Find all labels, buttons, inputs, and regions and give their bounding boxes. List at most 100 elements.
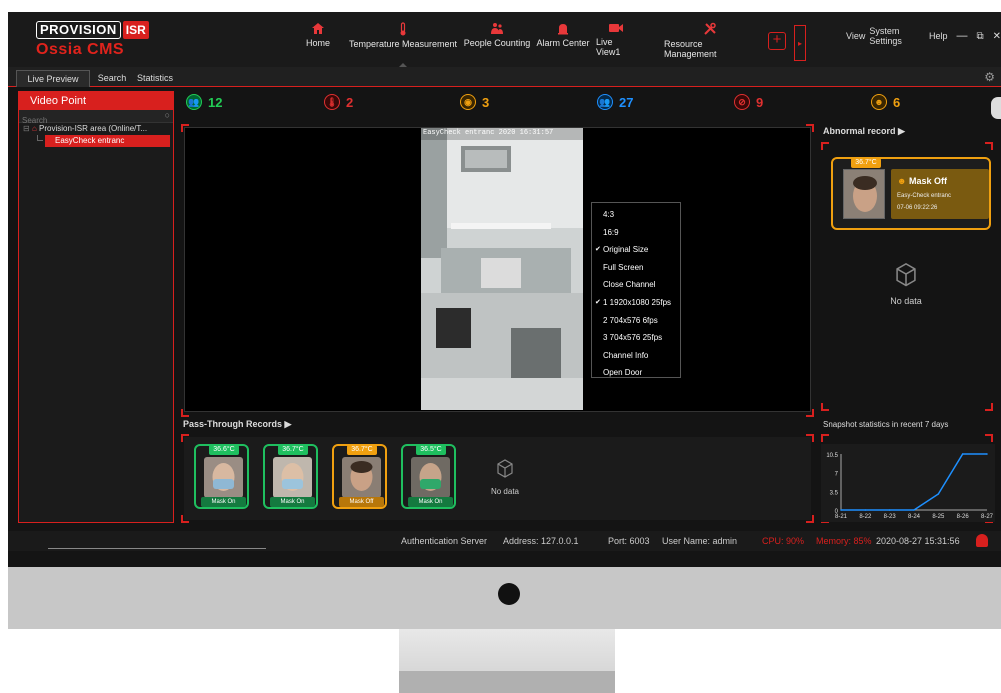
tab-search[interactable]: Search [92,70,132,87]
search-input[interactable] [19,114,173,127]
x-tick-label: 8-26 [957,514,970,520]
camera-icon [609,24,623,32]
tree-node-camera[interactable]: EasyCheck entranc [45,135,170,147]
face-thumbnail [342,457,381,498]
ctx-aspect-16-9[interactable]: 16:9 [592,224,680,242]
record-mask-status: Mask On [408,497,453,507]
ctx-stream-2[interactable]: 2 704x576 6fps [592,312,680,330]
empty-box-icon [497,459,513,478]
mask-face-icon: ☻ [871,94,887,110]
no-mask-icon: ◉ [460,94,476,110]
pass-record-card[interactable]: 36.7°C Mask On [263,444,318,509]
y-tick-label: 10.5 [826,453,838,459]
panel-toggle-button[interactable] [991,97,1001,119]
ctx-stream-1[interactable]: ✔ 1 1920x1080 25fps [592,294,680,312]
mask-icon: ⊘ [734,94,750,110]
x-tick-label: 8-23 [884,514,897,520]
people-icon: 👥 [597,94,613,110]
pass-through-title-text: Pass-Through Records [183,419,283,429]
tab-live-preview[interactable]: Live Preview [16,70,90,87]
no-data-placeholder: No data [480,457,530,496]
status-divider [48,548,266,549]
nav-home[interactable]: Home [303,16,333,64]
mask-face-icon: ☻ [897,176,907,186]
ctx-open-door[interactable]: Open Door [592,364,680,382]
snapshot-chart: 0 3.5 7 10.5 8-21 8-22 8-23 8-24 8-25 8-26 8-27 [821,444,995,522]
camera-dot [498,583,520,605]
abnormal-record-card[interactable]: 36.7°C ☻ Mask Off Easy-Check entranc 07-… [831,157,991,230]
live-video-panel[interactable]: EasyCheck entranc 2020 16:31:57 4:3 16:9… [184,127,811,412]
stat-total-people-value: 12 [208,94,223,110]
frame-corner [985,142,993,150]
record-mask-status: Mask On [270,497,315,507]
video-overlay-text: EasyCheck entranc 2020 16:31:57 [423,129,554,137]
no-data-label: No data [490,487,520,496]
nav-resource-management[interactable]: Resource Management [664,16,756,64]
ctx-stream-3[interactable]: 3 704x576 25fps [592,329,680,347]
face-thumbnail [204,457,243,498]
close-icon[interactable]: ✕ [993,31,1001,42]
alarm-bell-icon[interactable] [976,534,988,547]
ctx-full-screen[interactable]: Full Screen [592,259,680,277]
menu-help[interactable]: Help [929,31,948,41]
stat-abnormal-temp: 🌡 2 [324,94,353,110]
nav-live-view[interactable]: Live View1 [596,16,636,64]
frame-corner [985,434,993,442]
menu-view[interactable]: View [846,31,865,41]
ctx-close-channel[interactable]: Close Channel [592,276,680,294]
abnormal-info-box: ☻ Mask Off Easy-Check entranc 07-06 09:2… [891,169,989,219]
ctx-aspect-16-9-label: 16:9 [603,227,619,237]
abnormal-record-title[interactable]: Abnormal record ▶ [823,126,905,137]
snapshot-title: Snapshot statistics in recent 7 days [823,420,949,429]
status-auth-server: Authentication Server [401,536,488,546]
window-menu: View System Settings Help — ⧉ ✕ [846,26,1001,46]
video-point-header: Video Point [19,92,173,110]
ctx-close-channel-label: Close Channel [603,280,656,290]
abnormal-face-thumbnail [843,169,885,219]
ctx-original-size-label: Original Size [603,245,649,255]
record-mask-status: Mask Off [339,497,384,507]
restore-icon[interactable]: ⧉ [976,31,983,42]
gear-icon[interactable]: ⚙ [984,70,995,84]
stat-people-count: 👥 27 [597,94,633,110]
ctx-channel-info[interactable]: Channel Info [592,347,680,365]
ctx-stream-2-label: 2 704x576 6fps [603,315,658,325]
tab-statistics[interactable]: Statistics [132,70,178,87]
ctx-original-size[interactable]: ✔ Original Size [592,241,680,259]
pass-through-title[interactable]: Pass-Through Records ▶ [183,419,291,430]
stat-mask-face: ☻ 6 [871,94,900,110]
abnormal-no-data-label: No data [890,296,922,306]
stat-no-mask: ◉ 3 [460,94,489,110]
ctx-aspect-4-3[interactable]: 4:3 [592,206,680,224]
home-icon [312,23,324,34]
app-logo: PROVISION ISR Ossia CMS [36,20,149,60]
pass-record-card[interactable]: 36.6°C Mask On [194,444,249,509]
menu-system-settings[interactable]: System Settings [869,26,925,46]
pass-record-card[interactable]: 36.7°C Mask Off [332,444,387,509]
ctx-stream-1-label: 1 1920x1080 25fps [603,297,672,307]
nav-people-counting[interactable]: People Counting [461,16,533,64]
add-view-button[interactable]: + [768,32,786,50]
nav-alarm-center[interactable]: Alarm Center [536,16,590,64]
record-temperature: 36.5°C [416,445,446,455]
frame-corner [821,403,829,411]
cms-screen: PROVISION ISR Ossia CMS Home Temperature… [8,12,1001,567]
nav-expand-button[interactable]: ▸ [794,25,806,61]
y-tick-label: 7 [835,472,839,478]
nav-temperature-measurement[interactable]: Temperature Measurement [348,16,458,68]
logo-isr: ISR [122,20,149,39]
logo-app-name: Ossia CMS [36,41,125,58]
x-tick-label: 8-22 [859,514,872,520]
face-thumbnail [411,457,450,498]
x-tick-label: 8-27 [981,514,994,520]
data-point [840,509,842,511]
check-icon: ✔ [595,298,601,306]
stat-mask-alarm: ⊘ 9 [734,94,763,110]
pass-record-card[interactable]: 36.5°C Mask On [401,444,456,509]
search-icon[interactable]: ○ [165,110,170,120]
record-temperature: 36.7°C [347,445,377,455]
abnormal-no-data: No data [876,260,936,306]
minimize-icon[interactable]: — [956,30,967,42]
ctx-channel-info-label: Channel Info [603,350,649,360]
video-context-menu: 4:3 16:9 ✔ Original Size Full Screen Clos… [591,202,681,378]
